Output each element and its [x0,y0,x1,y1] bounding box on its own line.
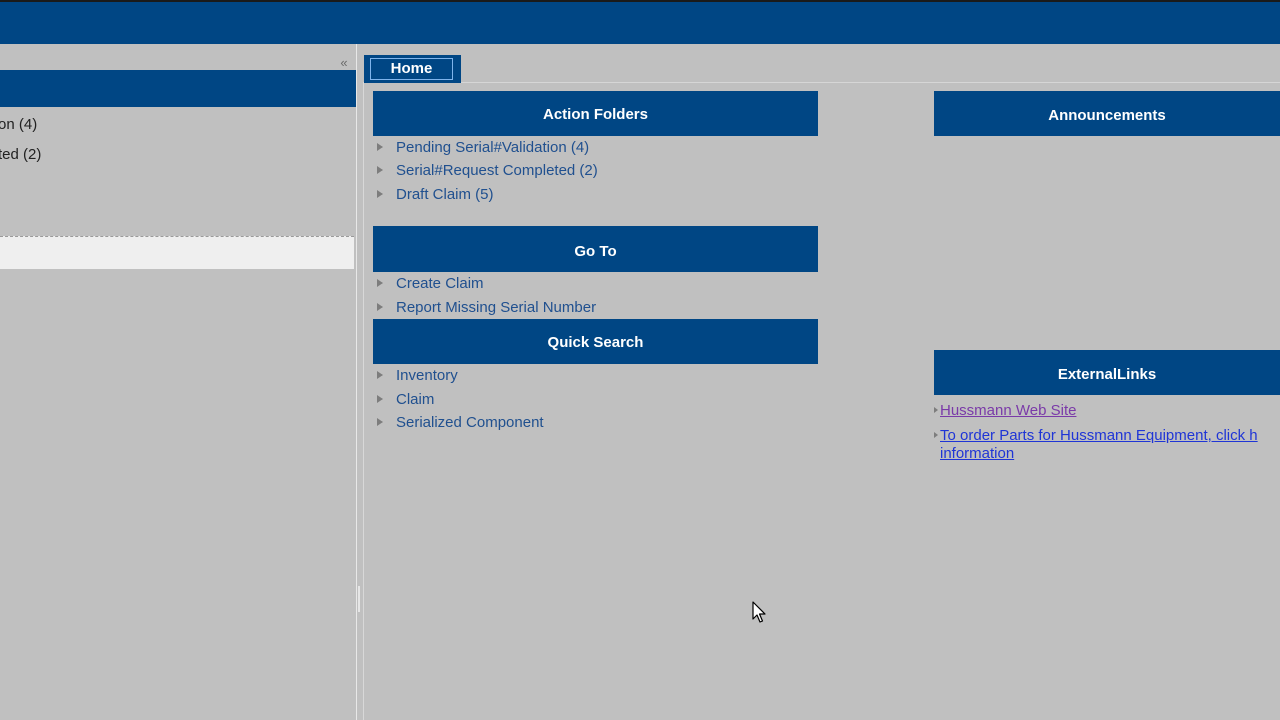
triangle-right-icon [934,432,938,438]
quick-search-serialized-component[interactable]: Serialized Component [377,414,544,434]
external-link-order-parts[interactable]: To order Parts for Hussmann Equipment, c… [934,427,1258,463]
tab-home-label: Home [370,58,453,80]
sidebar-header [0,70,356,107]
link-label[interactable]: Hussmann Web Site [940,402,1076,419]
quick-search-header: Quick Search [373,319,818,364]
link-label: Report Missing Serial Number [396,299,597,316]
link-label: Draft Claim (5) [396,186,494,203]
main-panel-border [363,82,364,720]
external-links-header: ExternalLinks [934,350,1280,395]
triangle-right-icon [377,303,383,311]
go-to-report-missing-serial-number[interactable]: Report Missing Serial Number [377,299,596,319]
tab-bar-divider [363,82,1280,83]
triangle-right-icon [377,371,383,379]
sidebar-selected-row[interactable] [0,236,354,269]
sidebar-item-pending-validation[interactable]: on (4) [0,116,37,133]
go-to-header: Go To [373,226,818,272]
triangle-right-icon [934,407,938,413]
left-sidebar: « on (4) ted (2) [0,44,357,720]
go-to-create-claim[interactable]: Create Claim [377,275,484,295]
top-banner [0,0,1280,44]
quick-search-claim[interactable]: Claim [377,391,434,411]
link-label: Serial#Request Completed (2) [396,162,598,179]
mouse-cursor-icon [752,601,766,623]
triangle-right-icon [377,279,383,287]
announcements-header: Announcements [934,91,1280,136]
triangle-right-icon [377,418,383,426]
link-label: Serialized Component [396,414,544,431]
link-label: Pending Serial#Validation (4) [396,139,590,156]
tab-home[interactable]: Home [364,55,461,83]
triangle-right-icon [377,190,383,198]
panel-splitter-handle[interactable] [358,586,360,612]
external-link-hussmann-web-site[interactable]: Hussmann Web Site [934,402,1076,419]
action-folder-serial-request-completed[interactable]: Serial#Request Completed (2) [377,162,598,182]
link-label: Claim [396,391,435,408]
link-label-continued[interactable]: information [940,445,1014,462]
triangle-right-icon [377,166,383,174]
sidebar-item-request-completed[interactable]: ted (2) [0,146,41,163]
action-folder-pending-serial-validation[interactable]: Pending Serial#Validation (4) [377,139,589,159]
quick-search-inventory[interactable]: Inventory [377,367,458,387]
action-folder-draft-claim[interactable]: Draft Claim (5) [377,186,494,206]
link-label: Inventory [396,367,458,384]
collapse-sidebar-icon[interactable]: « [336,56,352,70]
link-label: Create Claim [396,275,484,292]
link-label[interactable]: To order Parts for Hussmann Equipment, c… [940,427,1258,444]
triangle-right-icon [377,143,383,151]
action-folders-header: Action Folders [373,91,818,136]
triangle-right-icon [377,395,383,403]
